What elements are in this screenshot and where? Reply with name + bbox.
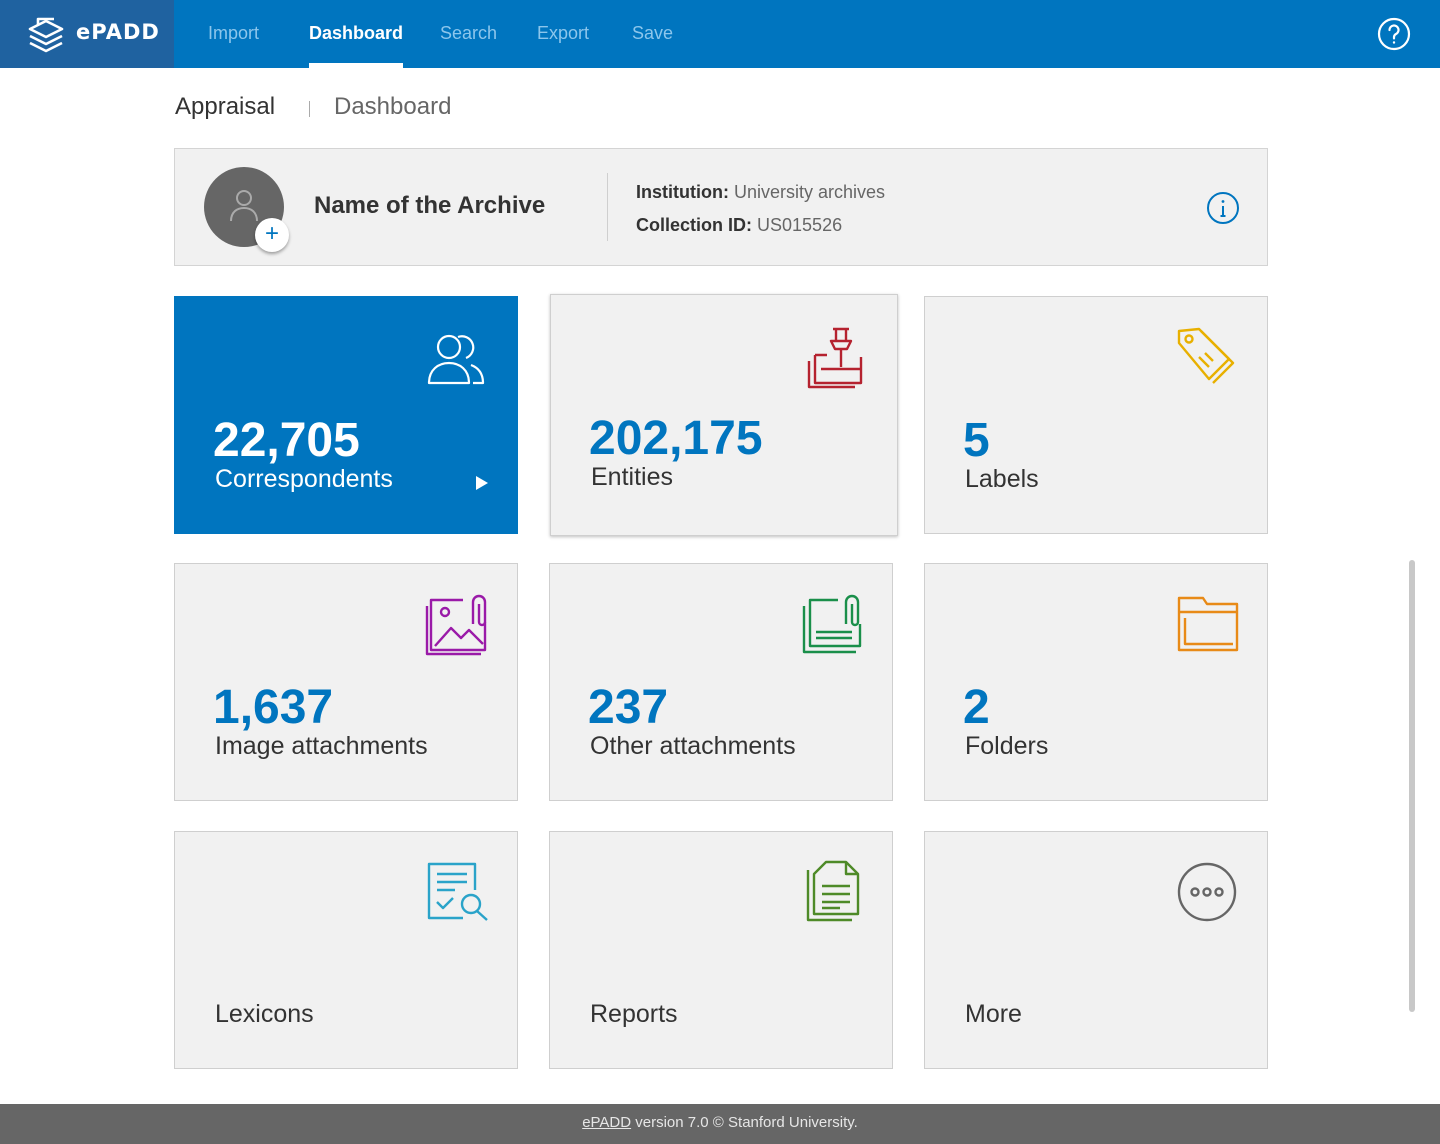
breadcrumb-divider [309,101,310,117]
collection-id-value: US015526 [757,215,843,235]
institution-row: Institution: University archives [636,182,885,203]
correspondents-icon [427,334,485,385]
tile-lexicons[interactable]: Lexicons [174,831,518,1069]
entities-count: 202,175 [589,412,763,465]
collection-id-label: Collection ID: [636,215,752,235]
top-navbar: ePADD Import Dashboard Search Export Sav… [0,0,1440,68]
other-attachments-count: 237 [588,681,669,734]
reports-label: Reports [590,1000,678,1028]
correspondents-label: Correspondents [215,465,393,493]
brand[interactable]: ePADD [0,0,174,68]
labels-label: Labels [965,465,1039,493]
panel-divider [607,173,608,241]
nav-dashboard[interactable]: Dashboard [309,0,404,68]
image-attachments-label: Image attachments [215,732,428,760]
labels-tag-icon [1177,327,1235,384]
image-attachment-icon [425,594,487,656]
tile-labels[interactable]: 5 Labels [924,296,1268,534]
entities-pin-icon [807,327,863,389]
tile-entities[interactable]: 202,175 Entities [550,294,898,536]
lexicons-icon [427,862,488,921]
archive-name: Name of the Archive [314,192,546,219]
play-arrow-icon [476,476,488,490]
user-silhouette-icon [230,190,258,222]
tile-folders[interactable]: 2 Folders [924,563,1268,801]
collection-id-row: Collection ID: US015526 [636,215,842,236]
tile-correspondents[interactable]: 22,705 Correspondents [174,296,518,534]
correspondents-count: 22,705 [213,414,360,467]
labels-count: 5 [963,414,990,467]
tile-more[interactable]: More [924,831,1268,1069]
tile-other-attachments[interactable]: 237 Other attachments [549,563,893,801]
entities-label: Entities [591,463,673,491]
nav-search[interactable]: Search [440,0,497,68]
vertical-scrollbar[interactable] [1409,560,1415,1012]
info-icon[interactable] [1206,191,1240,225]
nav-save[interactable]: Save [632,0,673,68]
other-attachments-label: Other attachments [590,732,796,760]
archive-info-panel: + Name of the Archive Institution: Unive… [174,148,1268,266]
tile-reports[interactable]: Reports [549,831,893,1069]
breadcrumb-section: Appraisal [175,93,276,120]
folder-icon [1177,596,1239,652]
breadcrumb-page[interactable]: Dashboard [334,93,451,121]
lexicons-label: Lexicons [215,1000,314,1028]
image-attachments-count: 1,637 [213,681,334,734]
tile-image-attachments[interactable]: 1,637 Image attachments [174,563,518,801]
more-dots-icon [1177,862,1237,922]
institution-label: Institution: [636,182,729,202]
folders-label: Folders [965,732,1049,760]
brand-name: ePADD [76,20,160,44]
institution-value: University archives [734,182,886,202]
folders-count: 2 [963,681,990,734]
reports-icon [806,860,860,922]
help-question-icon[interactable] [1377,17,1411,51]
add-avatar-button[interactable]: + [255,218,289,252]
footer: ePADD version 7.0 © Stanford University. [0,1104,1440,1144]
epadd-logo-icon [28,17,64,53]
nav-import[interactable]: Import [208,0,259,68]
footer-epadd-link[interactable]: ePADD [582,1114,631,1131]
footer-text: version 7.0 © Stanford University. [631,1114,858,1131]
nav-export[interactable]: Export [537,0,589,68]
more-label: More [965,1000,1022,1028]
other-attachment-icon [802,594,862,654]
